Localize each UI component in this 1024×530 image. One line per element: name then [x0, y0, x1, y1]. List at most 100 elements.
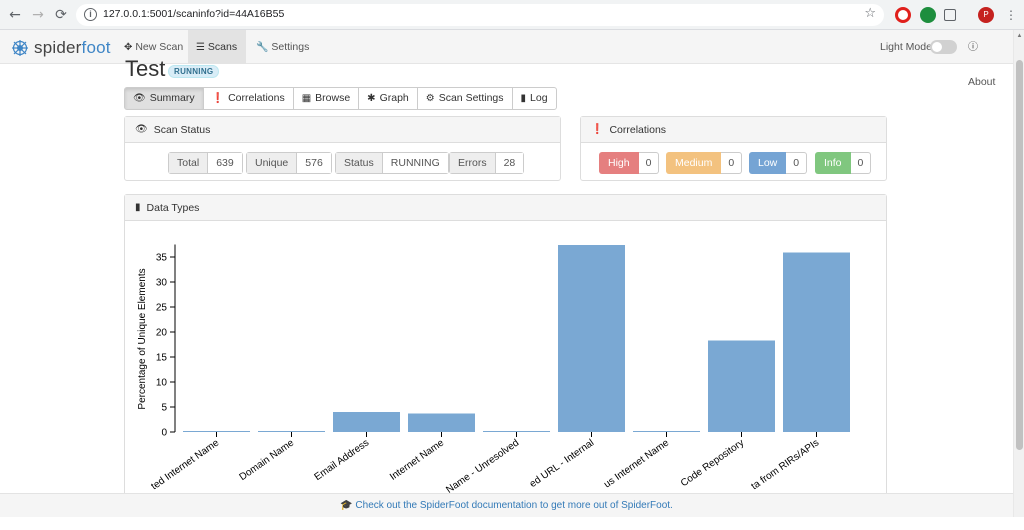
correlation-info-value: 0 [850, 152, 872, 174]
y-tick-label: 35 [156, 253, 168, 264]
site-info-icon[interactable]: i [84, 8, 97, 21]
browser-toolbar: ← → ⟳ i 127.0.0.1:5001/scaninfo?id=44A16… [0, 0, 1024, 30]
x-tick-label: ted Internet Name [149, 437, 221, 492]
x-tick-label: ta from RIRs/APIs [749, 437, 821, 492]
tab-log[interactable]: ▮ Log [511, 87, 557, 110]
nav-settings[interactable]: 🔧 Settings [248, 30, 317, 64]
y-axis-label: Percentage of Unique Elements [137, 268, 148, 409]
stat-total-label: Total [169, 153, 209, 173]
scroll-up-icon[interactable]: ▲ [1016, 33, 1023, 39]
bar-5 [483, 431, 550, 432]
page-title: Test [125, 56, 166, 81]
scan-tabs: 👁 Summary ❗ Correlations ▦ Browse ✱ Graph ⚙ S… [124, 87, 557, 110]
grammarly-extension-icon[interactable] [920, 7, 936, 23]
y-tick-label: 10 [156, 378, 168, 389]
stat-status-value: RUNNING [382, 153, 448, 173]
brand-logo[interactable]: spiderfoot [10, 37, 111, 59]
tab-scan-settings-label: Scan Settings [438, 92, 504, 104]
correlation-medium[interactable]: Medium 0 [666, 152, 743, 174]
correlations-heading: Correlations [609, 123, 667, 136]
nav-new-scan-label: New Scan [135, 41, 184, 53]
crosshair-icon: ✥ [124, 42, 133, 53]
tab-correlations[interactable]: ❗ Correlations [202, 87, 294, 110]
x-tick-label: Name - Unresolved [444, 437, 521, 495]
book-icon: ▮ [520, 93, 527, 104]
nav-about-label: About [968, 76, 996, 88]
graduation-cap-icon: 🎓 [340, 500, 353, 511]
profile-avatar[interactable]: P [978, 7, 994, 23]
stat-unique: Unique 576 [246, 152, 332, 174]
browser-menu-icon[interactable]: ⋮ [1002, 6, 1020, 24]
y-tick-label: 20 [156, 328, 168, 339]
bar-chart-icon: ▮ [135, 201, 141, 213]
exclamation-circle-icon: ❗ [591, 123, 604, 135]
correlation-low-label: Low [749, 152, 787, 174]
stat-total: Total 639 [168, 152, 243, 174]
tab-browse[interactable]: ▦ Browse [292, 87, 360, 110]
tab-summary[interactable]: 👁 Summary [124, 87, 204, 110]
correlations-panel: ❗ Correlations High 0 Medium 0 Low 0 Info 0 [580, 116, 887, 181]
x-tick-label: Email Address [313, 437, 372, 483]
tab-summary-label: Summary [149, 92, 195, 104]
bar-7 [633, 431, 700, 432]
footer-bar: 🎓 Check out the SpiderFoot documentation… [0, 493, 1013, 517]
opera-extension-icon[interactable] [895, 7, 911, 23]
asterisk-icon: ✱ [367, 93, 376, 104]
reload-icon[interactable]: ⟳ [52, 6, 70, 24]
nav-scans-label: Scans [207, 41, 238, 53]
correlation-low-value: 0 [786, 152, 808, 174]
bar-2 [258, 431, 325, 432]
tab-scan-settings[interactable]: ⚙ Scan Settings [416, 87, 513, 110]
stat-errors-value: 28 [495, 153, 524, 173]
bar-8 [708, 340, 775, 432]
back-icon[interactable]: ← [6, 6, 24, 24]
light-mode-toggle[interactable] [930, 40, 957, 54]
data-types-chart: 0 5 10 15 20 25 30 35 Percentage of Unique Eleme… [137, 244, 850, 496]
nav-scans[interactable]: ☰ Scans [188, 30, 246, 64]
info-circle-icon: ⓘ [968, 42, 978, 53]
stat-unique-value: 576 [297, 153, 331, 173]
exclamation-circle-icon: ❗ [211, 93, 225, 104]
stat-unique-label: Unique [247, 153, 298, 173]
extensions-puzzle-icon[interactable] [944, 9, 956, 21]
correlation-medium-value: 0 [721, 152, 743, 174]
tab-graph-label: Graph [379, 92, 409, 104]
scan-status-panel: 👁 Scan Status Total 639 Unique 576 Status RU… [124, 116, 561, 181]
x-tick-label: us Internet Name [602, 437, 672, 490]
correlation-info[interactable]: Info 0 [815, 152, 872, 174]
url-text: 127.0.0.1:5001/scaninfo?id=44A16B55 [103, 8, 285, 20]
bar-9 [783, 252, 850, 432]
y-tick-label: 15 [156, 353, 168, 364]
scroll-thumb[interactable] [1016, 60, 1023, 450]
correlation-low[interactable]: Low 0 [749, 152, 808, 174]
nav-about[interactable]: ⓘ About [960, 30, 1013, 88]
correlations-header: ❗ Correlations [581, 117, 886, 143]
forward-icon[interactable]: → [29, 6, 47, 24]
nav-settings-label: Settings [271, 41, 310, 53]
list-icon: ☰ [196, 42, 205, 53]
y-tick-label: 0 [161, 428, 167, 439]
correlation-info-label: Info [815, 152, 851, 174]
stat-status: Status RUNNING [335, 152, 449, 174]
bar-6 [558, 245, 625, 432]
bookmark-star-icon[interactable]: ☆ [864, 6, 876, 21]
footer-docs-link[interactable]: Check out the SpiderFoot documentation t… [355, 500, 672, 511]
page-scrollbar[interactable]: ▲ [1013, 30, 1024, 517]
x-tick-label: ed URL - Internal [528, 437, 596, 489]
spider-logo-icon [12, 40, 28, 56]
eye-icon: 👁 [133, 93, 146, 104]
correlation-high[interactable]: High 0 [599, 152, 660, 174]
x-tick-label: Internet Name [388, 437, 447, 483]
data-types-header: ▮ Data Types [125, 195, 886, 221]
x-tick-label: Domain Name [238, 437, 297, 483]
status-badge: RUNNING [168, 65, 220, 78]
x-tick-label: Code Repository [679, 437, 746, 489]
tab-browse-label: Browse [315, 92, 351, 104]
scan-status-heading: Scan Status [153, 123, 211, 136]
tab-correlations-label: Correlations [228, 92, 285, 104]
correlation-medium-label: Medium [666, 152, 722, 174]
eye-icon: 👁 [135, 123, 148, 135]
tab-graph[interactable]: ✱ Graph [358, 87, 418, 110]
address-bar[interactable]: i 127.0.0.1:5001/scaninfo?id=44A16B55 ☆ [76, 4, 884, 26]
tab-log-label: Log [530, 92, 548, 104]
